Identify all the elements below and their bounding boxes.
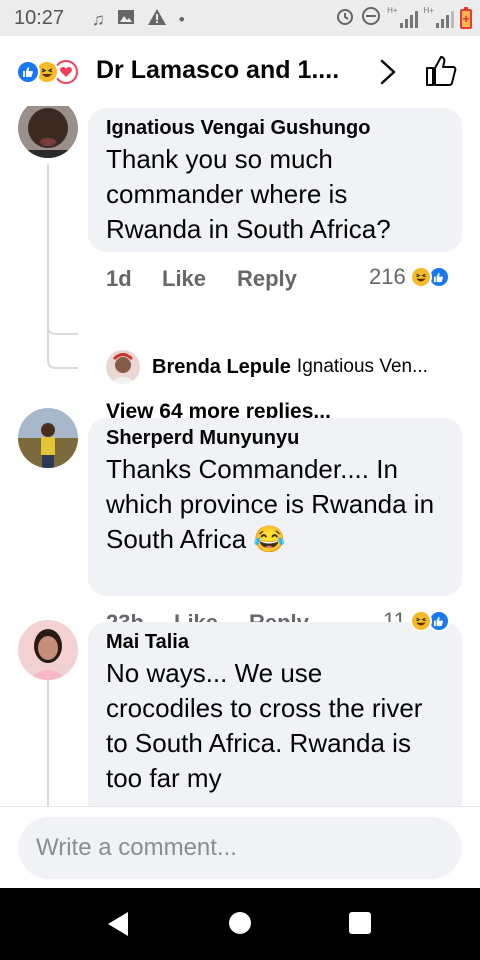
comment-time[interactable]: 1d xyxy=(106,266,162,292)
recents-icon[interactable] xyxy=(349,912,371,934)
warning-icon xyxy=(147,8,167,31)
music-icon: ♫ xyxy=(92,9,105,29)
avatar[interactable] xyxy=(106,350,140,384)
like-reaction-icon xyxy=(16,60,40,84)
comment-text: Thank you so much commander where is Rwa… xyxy=(106,144,391,244)
status-time: 10:27 xyxy=(14,7,65,29)
like-button[interactable] xyxy=(424,54,458,88)
status-bar: 10:27 ♫ • H+ H+ + xyxy=(0,0,480,36)
back-icon[interactable] xyxy=(108,912,128,936)
comment-input[interactable] xyxy=(18,817,462,879)
avatar[interactable] xyxy=(18,620,78,680)
thread-line xyxy=(47,680,49,806)
comment-author[interactable]: Mai Talia xyxy=(106,628,444,656)
comment-bubble[interactable]: Mai Talia No ways... We use crocodiles t… xyxy=(88,622,462,806)
comment-text: Thanks Commander.... In which province i… xyxy=(106,454,435,554)
comments-sheet: Dr Lamasco and 1.... Ignatious Vengai Gu… xyxy=(0,36,480,888)
signal-icon xyxy=(436,10,454,28)
reply-link[interactable]: Reply xyxy=(237,266,297,292)
reply-preview[interactable]: Brenda Lepule Ignatious Ven... xyxy=(106,350,428,384)
network-type: H+ xyxy=(387,6,398,15)
thumbs-up-icon xyxy=(426,56,457,86)
network-type-2: H+ xyxy=(423,6,434,15)
comment-composer xyxy=(0,806,480,888)
page-title[interactable]: Dr Lamasco and 1.... xyxy=(96,56,339,85)
comment-actions: 1d Like Reply xyxy=(106,266,297,292)
system-nav-bar xyxy=(0,888,480,960)
signal-icon xyxy=(399,10,418,28)
avatar[interactable] xyxy=(18,106,78,158)
reply-snippet: Ignatious Ven... xyxy=(296,356,428,377)
reaction-summary[interactable] xyxy=(16,60,78,84)
haha-reaction-icon xyxy=(409,610,432,632)
reply-connector xyxy=(47,306,78,369)
reply-author[interactable]: Brenda Lepule xyxy=(152,356,291,379)
comment-bubble[interactable]: Sherperd Munyunyu Thanks Commander.... I… xyxy=(88,418,462,596)
notification-icons: ♫ • xyxy=(92,8,185,31)
haha-reaction-icon xyxy=(409,266,432,288)
comment-bubble[interactable]: Ignatious Vengai Gushungo Thank you so m… xyxy=(88,108,462,252)
system-icons: H+ H+ + xyxy=(335,6,472,31)
comments-list: Ignatious Vengai Gushungo Thank you so m… xyxy=(0,106,480,806)
reaction-count[interactable]: 216 xyxy=(369,264,450,290)
dnd-icon xyxy=(361,6,381,31)
image-icon xyxy=(117,9,135,30)
comment-text: No ways... We use crocodiles to cross th… xyxy=(106,658,423,793)
home-icon[interactable] xyxy=(229,912,251,934)
comments-header: Dr Lamasco and 1.... xyxy=(0,36,480,106)
comment-author[interactable]: Ignatious Vengai Gushungo xyxy=(106,114,444,142)
alarm-icon xyxy=(335,6,355,31)
dot-icon: • xyxy=(178,9,185,29)
chevron-right-icon[interactable] xyxy=(376,58,400,86)
like-link[interactable]: Like xyxy=(162,266,237,292)
reaction-count-value: 216 xyxy=(369,264,406,289)
comment-author[interactable]: Sherperd Munyunyu xyxy=(106,424,444,452)
avatar[interactable] xyxy=(18,408,78,468)
battery-icon: + xyxy=(460,6,472,29)
